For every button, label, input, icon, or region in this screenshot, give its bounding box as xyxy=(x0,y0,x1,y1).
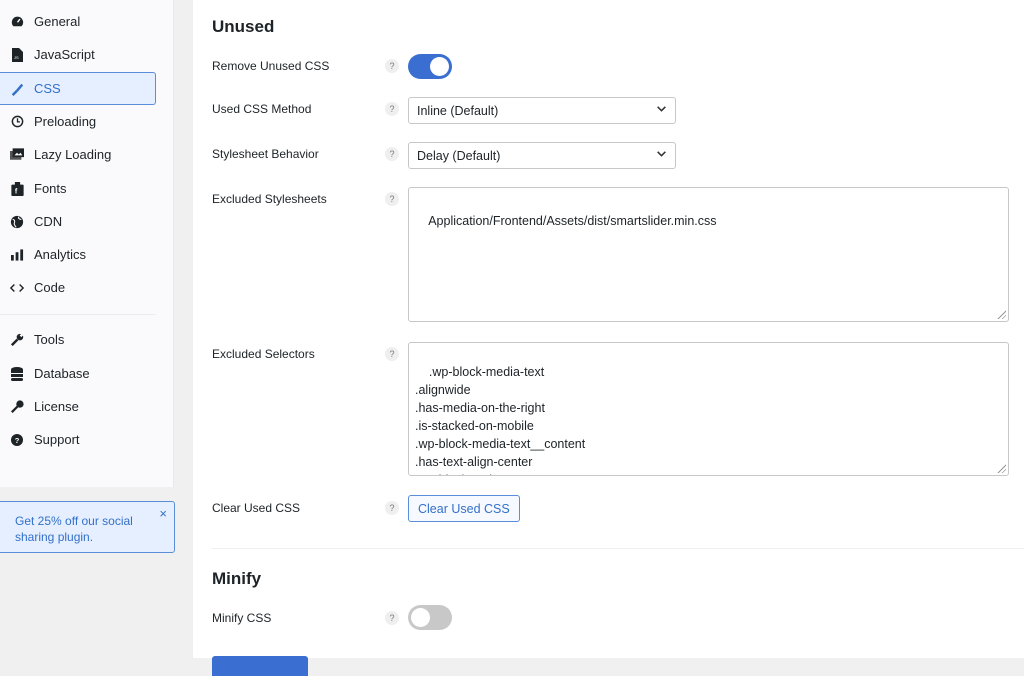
remove-unused-css-toggle[interactable] xyxy=(408,54,452,79)
sidebar-item-label: Support xyxy=(34,432,80,447)
sidebar-item-preloading[interactable]: Preloading xyxy=(0,105,156,138)
globe-icon xyxy=(9,215,25,229)
gauge-icon xyxy=(9,15,25,28)
help-icon[interactable]: ? xyxy=(385,611,399,625)
sidebar-item-label: Code xyxy=(34,280,66,295)
excluded-selectors-textarea[interactable]: .wp-block-media-text .alignwide .has-med… xyxy=(408,342,1009,476)
stylesheet-behavior-select[interactable]: Delay (Default) xyxy=(408,142,676,169)
excluded-stylesheets-textarea[interactable]: Application/Frontend/Assets/dist/smartsl… xyxy=(408,187,1009,322)
question-circle-icon: ? xyxy=(9,433,25,446)
promo-text: Get 25% off our social sharing plugin. xyxy=(15,514,133,544)
section-title-minify: Minify xyxy=(212,569,262,588)
clock-icon xyxy=(9,115,25,128)
section-title-unused: Unused xyxy=(212,17,275,36)
help-icon[interactable]: ? xyxy=(385,147,399,161)
toggle-knob xyxy=(411,608,430,627)
help-icon[interactable]: ? xyxy=(385,347,399,361)
sidebar-item-code[interactable]: Code xyxy=(0,271,156,304)
sidebar-item-analytics[interactable]: Analytics xyxy=(0,238,156,271)
sidebar-item-label: Tools xyxy=(34,332,65,347)
key-icon xyxy=(9,400,25,413)
resize-handle[interactable] xyxy=(996,309,1006,319)
sidebar: General JS JavaScript CSS Preloading Lazy Loa… xyxy=(0,0,174,487)
sidebar-item-css[interactable]: CSS xyxy=(0,72,156,105)
used-css-method-label: Used CSS Method xyxy=(212,102,312,116)
excluded-stylesheets-label: Excluded Stylesheets xyxy=(212,192,327,206)
select-value: Inline (Default) xyxy=(417,104,499,118)
textarea-value: .wp-block-media-text .alignwide .has-med… xyxy=(415,365,586,475)
database-icon xyxy=(9,366,25,381)
save-button[interactable] xyxy=(212,656,308,676)
sidebar-item-general[interactable]: General xyxy=(0,5,156,38)
sidebar-item-label: CSS xyxy=(34,81,61,96)
sidebar-item-license[interactable]: License xyxy=(0,390,156,423)
sidebar-item-label: Database xyxy=(34,366,90,381)
help-icon[interactable]: ? xyxy=(385,501,399,515)
resize-handle[interactable] xyxy=(996,463,1006,473)
nav-divider xyxy=(0,314,156,315)
sidebar-item-label: JavaScript xyxy=(34,47,95,62)
sidebar-item-label: CDN xyxy=(34,214,63,229)
stylesheet-behavior-label: Stylesheet Behavior xyxy=(212,147,319,161)
sidebar-item-cdn[interactable]: CDN xyxy=(0,205,156,238)
sidebar-item-support[interactable]: ? Support xyxy=(0,423,156,456)
help-icon[interactable]: ? xyxy=(385,192,399,206)
sidebar-item-label: General xyxy=(34,14,81,29)
sidebar-item-label: License xyxy=(34,399,79,414)
close-icon[interactable]: × xyxy=(159,506,167,522)
clear-used-css-button[interactable]: Clear Used CSS xyxy=(408,495,520,522)
wrench-icon xyxy=(9,333,25,346)
sidebar-item-label: Lazy Loading xyxy=(34,147,112,162)
select-value: Delay (Default) xyxy=(417,149,501,163)
minify-css-toggle[interactable] xyxy=(408,605,452,630)
remove-unused-css-label: Remove Unused CSS xyxy=(212,59,330,73)
bar-chart-icon xyxy=(9,248,25,261)
font-box-icon: f xyxy=(9,181,25,196)
chevron-down-icon xyxy=(656,148,667,162)
images-icon xyxy=(9,148,25,161)
clear-used-css-label: Clear Used CSS xyxy=(212,501,301,515)
promo-banner[interactable]: Get 25% off our social sharing plugin. × xyxy=(0,501,175,553)
sidebar-item-lazy-loading[interactable]: Lazy Loading xyxy=(0,138,156,171)
js-file-icon: JS xyxy=(9,47,25,62)
help-icon[interactable]: ? xyxy=(385,59,399,73)
sidebar-item-database[interactable]: Database xyxy=(0,357,156,390)
svg-text:JS: JS xyxy=(14,55,19,60)
paintbrush-icon xyxy=(9,82,25,96)
sidebar-item-label: Preloading xyxy=(34,114,97,129)
settings-panel: Unused Remove Unused CSS ? Used CSS Meth… xyxy=(193,0,1024,676)
sidebar-item-label: Analytics xyxy=(34,247,87,262)
toggle-knob xyxy=(430,57,449,76)
sidebar-item-javascript[interactable]: JS JavaScript xyxy=(0,38,156,71)
svg-text:?: ? xyxy=(15,436,20,445)
help-icon[interactable]: ? xyxy=(385,102,399,116)
section-divider xyxy=(212,548,1024,549)
sidebar-item-fonts[interactable]: f Fonts xyxy=(0,172,156,205)
sidebar-item-tools[interactable]: Tools xyxy=(0,323,156,356)
minify-css-label: Minify CSS xyxy=(212,611,272,625)
code-icon xyxy=(9,282,25,294)
used-css-method-select[interactable]: Inline (Default) xyxy=(408,97,676,124)
sidebar-item-label: Fonts xyxy=(34,181,67,196)
textarea-value: Application/Frontend/Assets/dist/smartsl… xyxy=(428,214,717,228)
excluded-selectors-label: Excluded Selectors xyxy=(212,347,315,361)
chevron-down-icon xyxy=(656,103,667,117)
